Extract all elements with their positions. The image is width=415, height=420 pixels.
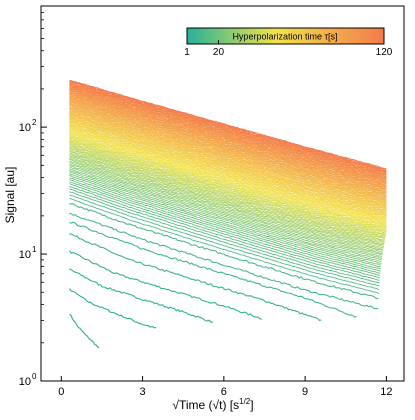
colorbar-label: Hyperpolarization time τ[s]	[232, 32, 337, 42]
y-tick-label: 10	[19, 122, 31, 134]
y-axis-label: Signal [au]	[3, 167, 17, 224]
y-tick-exponent: 1	[32, 245, 37, 254]
chart: 0 3 6 9 12 10 0 10 1 10 2 Signal [au] √Time (√t) …	[0, 0, 415, 415]
series-line-tau-2	[68, 288, 157, 329]
series-line-tau-1	[69, 313, 100, 349]
x-tick-label: 0	[58, 386, 64, 398]
x-tick-label: 9	[302, 386, 308, 398]
chart-svg: 0 3 6 9 12 10 010 110 2 Signal [au] √Time (√t) …	[3, 5, 405, 412]
colorbar-tick-label: 120	[376, 47, 393, 58]
series-line-tau-3	[69, 268, 214, 323]
colorbar-tick-label: 20	[213, 47, 225, 58]
x-tick-label: 3	[140, 386, 146, 398]
colorbar: Hyperpolarization time τ[s] 1 20 120	[184, 27, 393, 58]
x-axis-label: √Time (√t) [s1/2]	[172, 397, 253, 412]
y-tick-exponent: 0	[32, 372, 37, 381]
y-tick-exponent: 2	[32, 118, 37, 127]
x-tick-label: 6	[221, 386, 227, 398]
x-tick-label: 12	[380, 386, 392, 398]
series-lines	[68, 79, 387, 349]
colorbar-tick-label: 1	[184, 47, 190, 58]
y-tick-label: 10	[19, 376, 31, 388]
y-axis-ticks: 10 010 110 2	[19, 5, 47, 388]
y-tick-label: 10	[19, 249, 31, 261]
x-axis-ticks: 0 3 6 9 12	[58, 376, 393, 398]
